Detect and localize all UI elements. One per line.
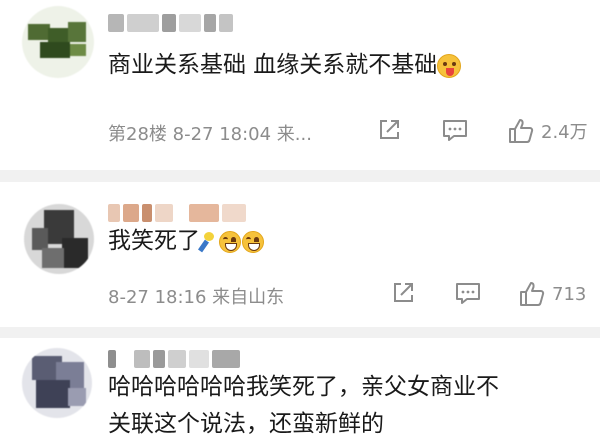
comment-text: 哈哈哈哈哈哈我笑死了，亲父女商业不 关联这个说法，还蛮新鲜的 — [108, 369, 499, 437]
separator — [0, 170, 600, 182]
like-count: 713 — [552, 283, 587, 305]
username-blurred[interactable] — [108, 204, 246, 226]
avatar[interactable] — [22, 6, 94, 78]
thumbs-up-icon — [509, 119, 534, 143]
share-button[interactable] — [390, 280, 416, 306]
laugh-cry-emoji — [242, 230, 264, 253]
share-icon — [380, 120, 399, 139]
comment-actions: 713 — [0, 280, 600, 310]
comment-text: 商业关系基础 血缘关系就不基础 — [108, 48, 462, 82]
reply-button[interactable] — [454, 280, 482, 306]
comment-item: 我笑死了 8-27 18:16 来自山东 713 — [0, 182, 600, 327]
thumbs-up-icon — [520, 282, 545, 306]
avatar[interactable] — [22, 348, 92, 418]
separator — [0, 327, 600, 338]
comment-text-line: 关联这个说法，还蛮新鲜的 — [108, 411, 384, 437]
share-icon — [394, 283, 413, 302]
comment-text-line: 哈哈哈哈哈哈我笑死了，亲父女商业不 — [108, 374, 499, 400]
comment-actions: 2.4万 — [0, 117, 600, 147]
laugh-cry-emoji — [219, 230, 241, 253]
reply-button[interactable] — [441, 117, 469, 143]
like-button[interactable]: 713 — [518, 280, 586, 308]
comment-icon — [443, 120, 467, 141]
comment-icon — [456, 283, 480, 304]
comment-item: 哈哈哈哈哈哈我笑死了，亲父女商业不 关联这个说法，还蛮新鲜的 — [0, 338, 600, 437]
like-button[interactable]: 2.4万 — [507, 117, 588, 145]
username-blurred[interactable] — [108, 14, 233, 36]
bottle-emoji — [200, 231, 218, 253]
share-button[interactable] — [376, 117, 402, 143]
tongue-out-emoji — [437, 53, 462, 78]
avatar[interactable] — [24, 204, 94, 274]
comment-text: 我笑死了 — [108, 224, 264, 258]
like-count: 2.4万 — [541, 122, 588, 143]
comment-item: 商业关系基础 血缘关系就不基础 第28楼 8-27 18:04 来... 2.4… — [0, 0, 600, 170]
